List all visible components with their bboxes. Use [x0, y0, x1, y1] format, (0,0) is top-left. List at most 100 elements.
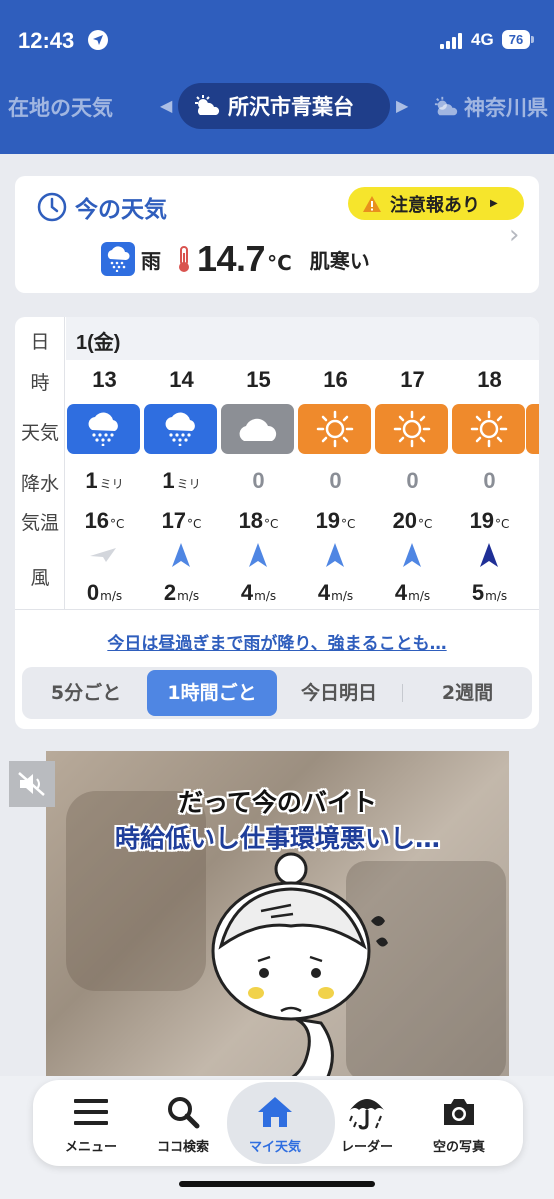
temp-unit: °C	[341, 517, 356, 531]
nav-sky-photos[interactable]: 空の写真	[413, 1080, 505, 1166]
signal-icon	[440, 33, 466, 49]
search-icon	[163, 1094, 203, 1130]
row-label-wind: 風	[30, 567, 50, 589]
wind-arrow-icon	[325, 542, 345, 568]
hour-column[interactable]: 18 0 19°C 5m/s	[451, 360, 528, 609]
temp-unit: °C	[418, 517, 433, 531]
temp-value: 18°C	[238, 508, 279, 533]
day-band	[66, 317, 539, 360]
ad-caption-line2: 時給低いし仕事環境悪いし…	[114, 824, 440, 853]
segment-hourly[interactable]: 1時間ごと	[147, 670, 277, 716]
alert-badge[interactable]: 注意報あり ▶	[348, 187, 524, 220]
wind-speed: 5m/s	[471, 580, 508, 605]
chevron-left-icon[interactable]: ◀	[160, 96, 172, 115]
temp-value: 19°C	[469, 508, 510, 533]
nav-label: マイ天気	[248, 1140, 301, 1155]
forecast-summary-link[interactable]: 今日は昼過ぎまで雨が降り、強まることも…	[15, 629, 539, 654]
temp-value: 19°C	[315, 508, 356, 533]
hour-label: 14	[169, 367, 194, 392]
battery-tip	[531, 36, 534, 43]
nav-label: 空の写真	[432, 1140, 485, 1155]
current-condition: 雨	[141, 248, 161, 273]
temp-value: 17°C	[161, 508, 202, 533]
network-type: 4G	[471, 30, 494, 49]
hour-column[interactable]: 15 0 18°C 4m/s	[220, 360, 297, 609]
chevron-right-icon[interactable]: ›	[509, 220, 519, 250]
hour-label: 15	[246, 367, 271, 392]
wind-arrow-icon	[248, 542, 268, 568]
status-time: 12:43	[18, 28, 75, 53]
nav-label: メニュー	[64, 1140, 117, 1155]
precip-value: 0	[406, 468, 419, 493]
sunny-icon	[452, 404, 525, 454]
temperature-unit: °C	[267, 251, 292, 275]
ad-caption-line1: だって今のバイト	[178, 788, 377, 817]
nav-label: レーダー	[340, 1140, 393, 1155]
rain-icon	[144, 404, 217, 454]
row-label-precip: 降水	[20, 473, 59, 495]
day-label: 1(金)	[76, 332, 121, 354]
precip-value: 1 ミリ	[85, 468, 124, 493]
battery-icon: 76	[502, 30, 530, 49]
row-label-hour: 時	[30, 372, 50, 394]
wind-unit: m/s	[408, 589, 431, 603]
speaker-muted-icon	[18, 772, 45, 796]
row-label-weather: 天気	[20, 422, 59, 444]
location-tabs: 在地の天気 ◀ 所沢市青葉台 ▶ 神奈川県	[0, 82, 554, 132]
chevron-right-icon: ▶	[490, 198, 498, 209]
current-weather-card[interactable]: 今の天気 注意報あり ▶ › 雨 14.7 °C 肌寒い	[15, 176, 539, 293]
hour-column[interactable]: 16 0 19°C 4m/s	[297, 360, 374, 609]
temp-value: 20°C	[392, 508, 433, 533]
worried-woman-illustration	[211, 852, 388, 1081]
hour-column[interactable]: 17 0 20°C 4m/s	[374, 360, 451, 609]
video-ad[interactable]: だって今のバイト 時給低いし仕事環境悪いし…	[46, 751, 509, 1081]
temp-unit: °C	[110, 517, 125, 531]
hour-label: 16	[323, 367, 348, 392]
current-conditions: 雨 14.7 °C 肌寒い	[101, 238, 370, 280]
interval-selector: 5分ごと 1時間ごと 今日明日 2週間	[22, 667, 532, 719]
segment-5min[interactable]: 5分ごと	[22, 667, 150, 719]
nav-label: ココ検索	[156, 1140, 209, 1155]
sunny-icon	[526, 404, 539, 454]
bottom-nav: メニュー ココ検索 マイ天気 レーダー 空の写真	[33, 1080, 523, 1166]
feels-like: 肌寒い	[309, 248, 370, 273]
rain-icon	[67, 404, 140, 454]
wind-speed: 4m/s	[394, 580, 431, 605]
wind-calm-icon	[90, 542, 116, 568]
partly-cloudy-icon	[434, 96, 458, 116]
nav-radar[interactable]: レーダー	[321, 1080, 413, 1166]
next-location-label: 神奈川県	[464, 96, 548, 120]
wind-speed: 2m/s	[163, 580, 200, 605]
alert-label: 注意報あり	[390, 194, 480, 216]
tab-next-location[interactable]: 神奈川県	[432, 92, 548, 122]
nav-my-weather[interactable]: マイ天気	[227, 1080, 335, 1166]
sunny-icon	[298, 404, 371, 454]
chevron-right-icon[interactable]: ▶	[396, 96, 408, 115]
temp-unit: °C	[495, 517, 510, 531]
hour-label: 17	[400, 367, 425, 392]
wind-arrow-icon	[171, 542, 191, 568]
precip-unit: ミリ	[99, 477, 124, 491]
tab-current-location[interactable]: 在地の天気	[8, 92, 113, 122]
temp-unit: °C	[264, 517, 279, 531]
wind-speed: 4m/s	[317, 580, 354, 605]
segment-today-tomorrow[interactable]: 今日明日	[277, 667, 401, 719]
hour-label: 18	[477, 367, 502, 392]
partly-cloudy-icon	[195, 95, 220, 115]
tab-active-location[interactable]: 所沢市青葉台	[178, 83, 390, 129]
precip-value: 0	[252, 468, 265, 493]
active-location-label: 所沢市青葉台	[228, 95, 354, 119]
location-arrow-icon	[88, 30, 108, 50]
status-bar: 12:43 4G 76	[0, 0, 554, 80]
mute-button[interactable]	[9, 761, 55, 807]
warning-icon	[363, 195, 381, 212]
segment-2weeks[interactable]: 2週間	[403, 667, 532, 719]
wind-speed: 0m/s	[86, 580, 123, 605]
current-weather-heading: 今の天気	[75, 197, 167, 223]
hour-column[interactable]: 13 1 ミリ 16°C 0m/s	[66, 360, 143, 609]
nav-menu[interactable]: メニュー	[45, 1080, 137, 1166]
thermometer-icon	[179, 246, 189, 272]
wind-arrow-icon	[479, 542, 499, 568]
nav-search[interactable]: ココ検索	[137, 1080, 229, 1166]
hour-column[interactable]: 14 1 ミリ 17°C 2m/s	[143, 360, 220, 609]
